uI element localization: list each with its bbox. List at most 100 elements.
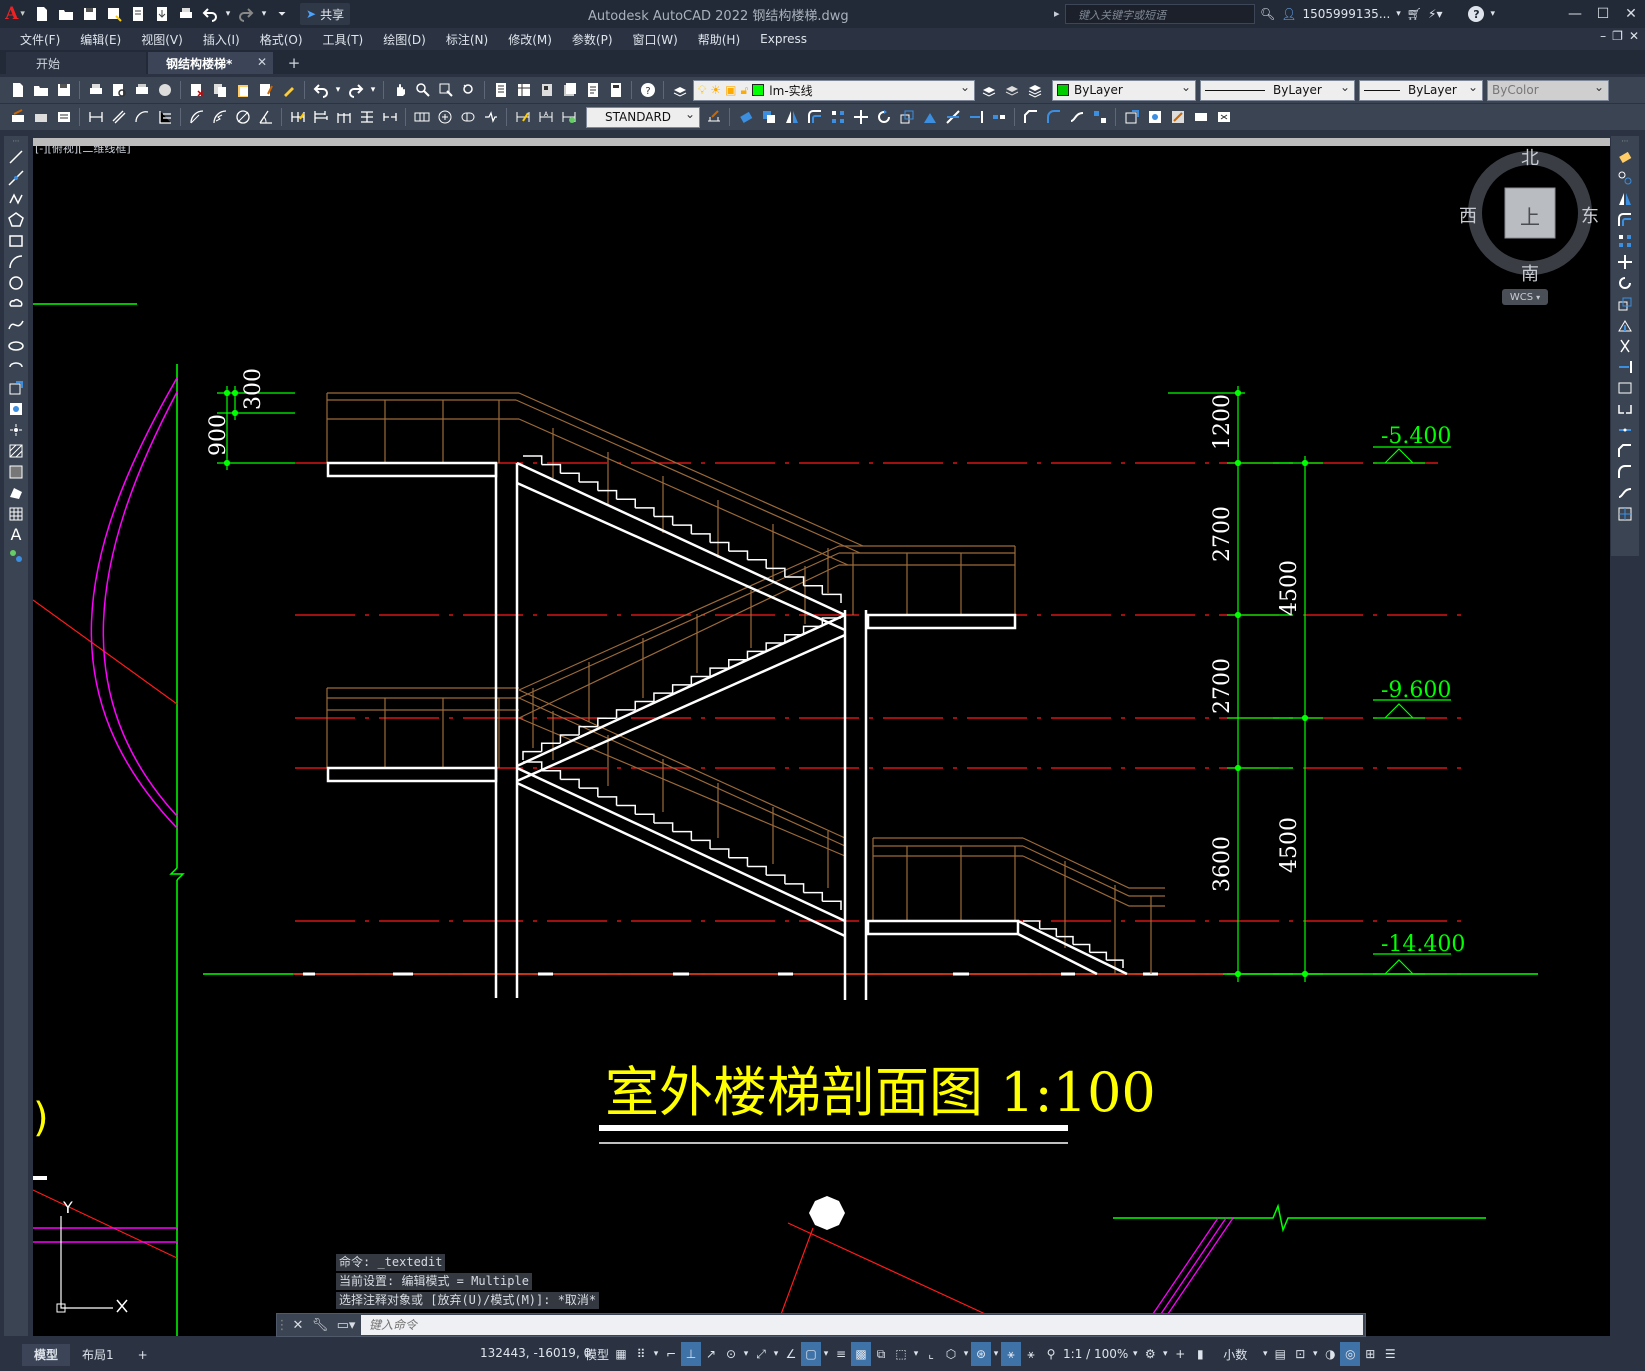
autodesk-app-icon[interactable]: ⚡︎▾ [1428,7,1442,21]
selection-cycling-icon[interactable]: ⧉ [871,1342,891,1366]
construction-line-icon[interactable] [4,167,28,188]
mirror-icon[interactable] [1611,188,1639,209]
polyline-icon[interactable] [4,188,28,209]
redo-icon[interactable] [345,80,366,101]
zoom-previous-icon[interactable] [458,80,479,101]
revision-cloud-icon[interactable] [4,293,28,314]
menu-edit[interactable]: 编辑(E) [70,31,131,48]
xref-icon[interactable] [1213,107,1234,128]
menu-dimension[interactable]: 标注(N) [436,31,498,48]
scale-icon[interactable] [1611,293,1639,314]
mirror-icon[interactable] [781,107,802,128]
markup-icon[interactable] [582,80,603,101]
search-input[interactable]: 键入关键字或短语 [1054,4,1255,24]
fillet-icon[interactable] [1611,461,1639,482]
erase-icon[interactable] [735,107,756,128]
break-icon[interactable] [1611,398,1639,419]
tool-palettes-icon[interactable] [536,80,557,101]
selection-filter-icon[interactable]: ⬡ [941,1342,961,1366]
scale-icon[interactable] [896,107,917,128]
radius-icon[interactable] [186,107,207,128]
hardware-acceleration-icon[interactable]: ◎ [1340,1342,1361,1366]
copy-icon[interactable] [209,80,230,101]
sun-icon[interactable]: ☀ [710,83,721,97]
annotation-monitor-icon[interactable]: + [1170,1342,1190,1366]
model-space-toggle[interactable]: 模型 [583,1342,611,1366]
units-icon[interactable]: ▮ [1190,1342,1210,1366]
tab-close-icon[interactable]: ✕ [257,55,267,69]
units-value[interactable]: 小数 [1210,1342,1260,1366]
undo-icon[interactable] [199,3,221,25]
offset-icon[interactable] [1611,209,1639,230]
dim-update-icon[interactable] [558,107,579,128]
isodraft-dropdown-icon[interactable]: ▾ [741,1342,751,1366]
search-icon[interactable]: 🔍︎ [1260,7,1275,21]
viewport-freeze-icon[interactable]: ▣ [725,83,736,97]
menu-tools[interactable]: 工具(T) [313,31,374,48]
menu-express[interactable]: Express [750,32,817,46]
annotation-scale-value[interactable]: 1:1 / 100% [1061,1342,1130,1366]
isolate-objects-icon[interactable]: ◑ [1320,1342,1340,1366]
units-dropdown-icon[interactable]: ▾ [1260,1342,1270,1366]
menu-format[interactable]: 格式(O) [250,31,313,48]
coordinate-readout[interactable]: 132443, -16019, 0 [480,1346,591,1360]
isodraft-icon[interactable]: ⊙ [721,1342,741,1366]
layer-state-icon[interactable] [1024,80,1045,101]
customization-icon[interactable]: ☰ [1380,1342,1400,1366]
rectangle-icon[interactable] [4,230,28,251]
tolerance-icon[interactable] [411,107,432,128]
break-icon[interactable] [988,107,1009,128]
undo-icon[interactable] [310,80,331,101]
customize-wrench-icon[interactable]: 🔧︎ [309,1314,331,1336]
gizmo-dropdown-icon[interactable]: ▾ [991,1342,1001,1366]
ortho-icon[interactable]: ⊥ [681,1342,702,1366]
trim-icon[interactable] [1611,335,1639,356]
move-icon[interactable] [1611,251,1639,272]
dim-edit-icon[interactable] [30,107,51,128]
recent-commands-icon[interactable]: ▭▾ [331,1314,361,1336]
blend-icon[interactable] [1066,107,1087,128]
chamfer-icon[interactable] [1611,440,1639,461]
attribute-icon[interactable] [1190,107,1211,128]
object-snap-icon[interactable]: ▢ [801,1342,822,1366]
grid-icon[interactable]: ▦ [611,1342,631,1366]
new-tab-button[interactable]: + [281,52,307,74]
user-name[interactable]: 1505999135... [1302,7,1390,21]
menu-file[interactable]: 文件(F) [10,31,70,48]
help-icon[interactable]: ? [1468,6,1485,22]
selection-filter-dropdown-icon[interactable]: ▾ [961,1342,971,1366]
plotstyle-dropdown[interactable]: ByColor [1487,79,1609,101]
3d-osnap-icon[interactable]: ⬚ [891,1342,911,1366]
scale-dropdown-icon[interactable]: ▾ [1130,1342,1140,1366]
break-at-point-icon[interactable] [1611,377,1639,398]
infer-constraints-icon[interactable]: ⌐ [661,1342,681,1366]
continue-icon[interactable] [333,107,354,128]
undo-dropdown-icon[interactable]: ▾ [333,80,343,101]
palette-grip-icon[interactable]: ⋯ [1611,136,1639,146]
open-file-icon[interactable] [55,3,77,25]
plot-preview-icon[interactable] [108,80,129,101]
stretch-icon[interactable] [1611,314,1639,335]
trim-icon[interactable] [942,107,963,128]
region-icon[interactable] [4,482,28,503]
lightbulb-icon[interactable]: 💡︎ [698,83,706,98]
show-lineweight-icon[interactable]: ≡ [831,1342,851,1366]
hatch-icon[interactable] [4,440,28,461]
clean-screen-icon[interactable]: ⊞ [1360,1342,1380,1366]
doc-restore-icon[interactable]: ❐ [1612,29,1623,43]
annotation-scale-icon[interactable]: ⚲ [1041,1342,1061,1366]
tab-drawing[interactable]: 钢结构楼梯* ✕ [148,52,273,74]
erase-icon[interactable] [1611,146,1639,167]
viewcube[interactable]: 北 南 东 西 上 [1459,148,1599,285]
zoom-realtime-icon[interactable] [412,80,433,101]
close-icon[interactable]: ✕ [1617,0,1645,28]
annotation-visibility-icon[interactable]: ⚹ [1001,1342,1022,1366]
copy-object-icon[interactable] [758,107,779,128]
save-as-icon[interactable] [103,3,125,25]
zoom-window-icon[interactable] [435,80,456,101]
ellipse-icon[interactable] [4,335,28,356]
baseline-icon[interactable] [310,107,331,128]
text-style-dropdown[interactable]: STANDARD [586,106,700,128]
wcs-menu[interactable]: WCS ▾ [1502,289,1548,305]
match-properties-icon[interactable] [255,80,276,101]
